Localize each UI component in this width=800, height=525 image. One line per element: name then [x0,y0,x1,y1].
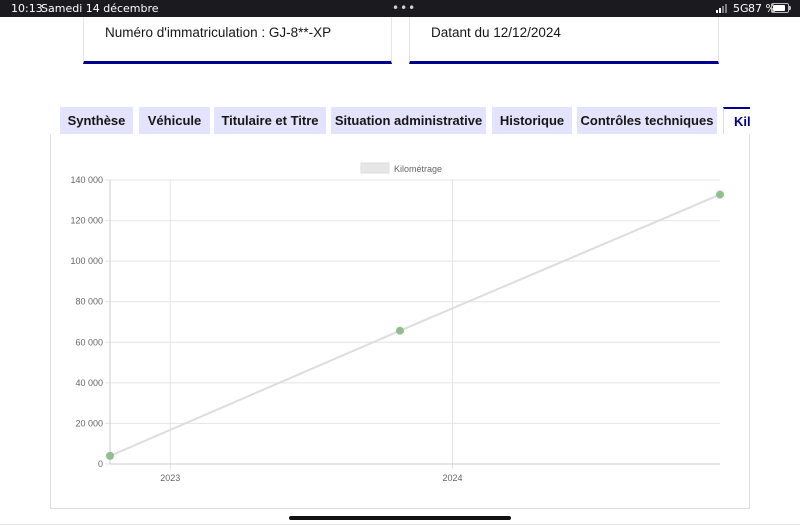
home-indicator[interactable] [289,516,511,520]
multitasking-dots-icon[interactable]: ••• [392,1,416,15]
registration-number: Numéro d'immatriculation : GJ-8**-XP [105,25,332,40]
tab-panel [50,134,750,509]
signal-icon [716,4,730,13]
registration-card: Numéro d'immatriculation : GJ-8**-XP [83,17,392,64]
status-date: Samedi 14 décembre [41,2,159,15]
tab-bar: Synthèse Véhicule Titulaire et Titre Sit… [60,107,750,134]
tab-synthese[interactable]: Synthèse [60,107,133,134]
battery-tip [789,6,791,10]
document-date: Datant du 12/12/2024 [431,25,561,40]
date-card: Datant du 12/12/2024 [409,17,719,64]
tab-vehicule[interactable]: Véhicule [139,107,210,134]
status-time: 10:13 [11,2,43,15]
status-bar: 10:13 Samedi 14 décembre ••• 5G 87 % [0,0,800,17]
battery-fill [773,5,786,11]
tab-titulaire-et-titre[interactable]: Titulaire et Titre [214,107,326,134]
tab-situation-administrative[interactable]: Situation administrative [331,107,486,134]
tab-kilometrage[interactable]: Kilométrage [723,107,750,134]
battery-icon [771,3,789,13]
network-type: 5G [733,2,749,15]
tab-controles-techniques[interactable]: Contrôles techniques [577,107,717,134]
tab-historique[interactable]: Historique [492,107,572,134]
